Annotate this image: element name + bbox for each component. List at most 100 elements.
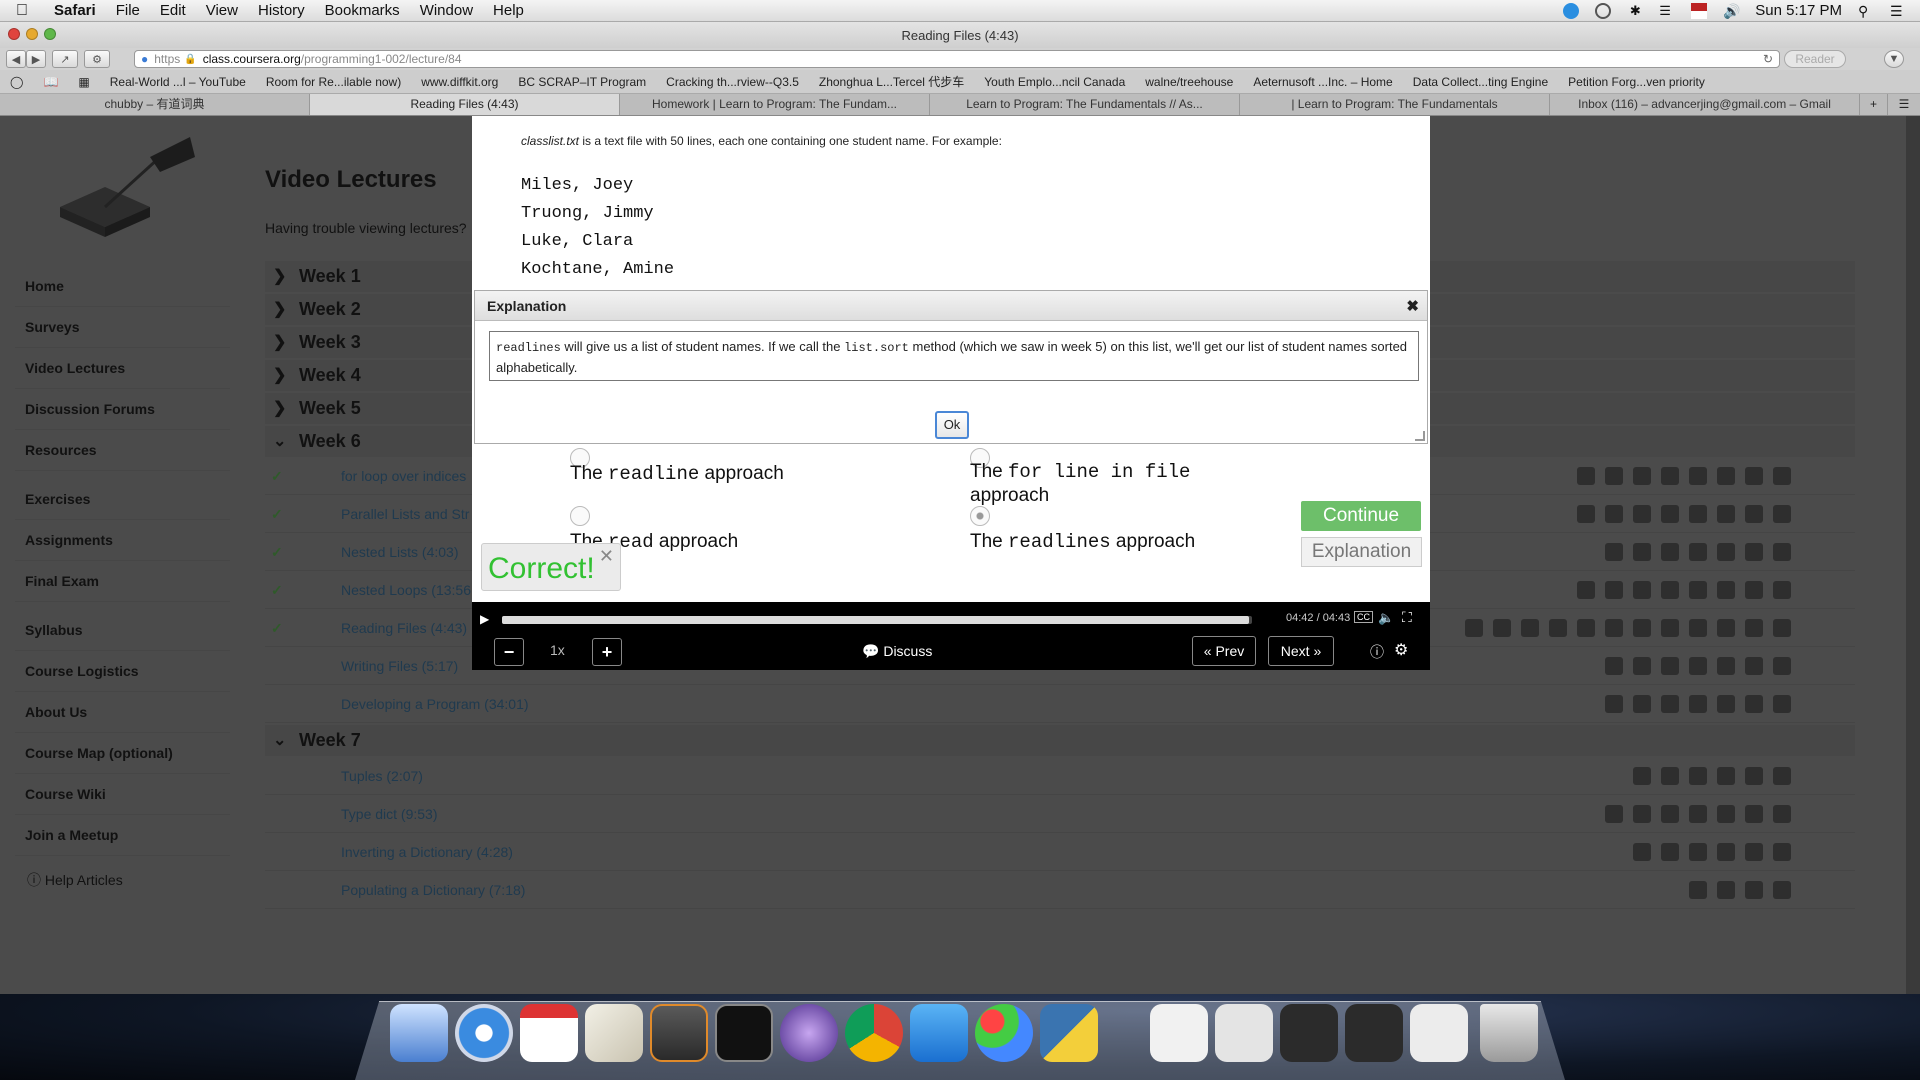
- download-icon[interactable]: [1773, 467, 1791, 485]
- list-icon[interactable]: [1717, 619, 1735, 637]
- marbles-game-icon[interactable]: [975, 1004, 1033, 1062]
- option-label-readline[interactable]: The readline approach: [570, 462, 784, 486]
- tab-reading-files[interactable]: Reading Files (4:43): [310, 94, 620, 115]
- forward-button[interactable]: ▶: [26, 50, 46, 68]
- extensions-button[interactable]: ⚙: [84, 50, 110, 68]
- discuss-icon[interactable]: [1633, 581, 1651, 599]
- info-icon[interactable]: [1577, 619, 1595, 637]
- option-label-readlines[interactable]: The readlines approach: [970, 530, 1195, 554]
- sidebar-item-video-lectures[interactable]: Video Lectures: [15, 348, 230, 389]
- discuss-icon[interactable]: [1633, 467, 1651, 485]
- sidebar-item-about-us[interactable]: About Us: [15, 692, 230, 733]
- lecture-link[interactable]: Parallel Lists and Str: [341, 495, 469, 533]
- download-icon[interactable]: [1773, 543, 1791, 561]
- list-icon[interactable]: [1493, 619, 1511, 637]
- wifi-icon[interactable]: ☰: [1659, 3, 1675, 19]
- close-window-button[interactable]: [8, 28, 20, 40]
- bookmark-item[interactable]: Aeternusoft ...Inc. – Home: [1243, 75, 1402, 89]
- discuss-link[interactable]: 💬 Discuss: [862, 643, 932, 660]
- sidebar-item-surveys[interactable]: Surveys: [15, 307, 230, 348]
- list-icon[interactable]: [1717, 695, 1735, 713]
- info-icon[interactable]: [1605, 619, 1623, 637]
- discuss-icon[interactable]: [1633, 505, 1651, 523]
- list-icon[interactable]: [1717, 467, 1735, 485]
- bluetooth-icon[interactable]: ✱: [1627, 3, 1643, 19]
- menubar-clock[interactable]: Sun 5:17 PM: [1755, 2, 1842, 19]
- minimize-window-button[interactable]: [26, 28, 38, 40]
- window-thumbnail-icon[interactable]: [1410, 1004, 1468, 1062]
- edit-icon[interactable]: [1689, 581, 1707, 599]
- list-icon[interactable]: [1745, 657, 1763, 675]
- option-radio-read[interactable]: [570, 506, 590, 526]
- discuss-icon[interactable]: [1633, 805, 1651, 823]
- download-icon[interactable]: [1773, 881, 1791, 899]
- bookmark-item[interactable]: Petition Forg...ven priority: [1558, 75, 1715, 89]
- lecture-link[interactable]: Nested Loops (13:56: [341, 571, 471, 609]
- menu-file[interactable]: File: [106, 2, 150, 19]
- info-icon[interactable]: [1605, 543, 1623, 561]
- info-icon[interactable]: [1549, 619, 1567, 637]
- list-icon[interactable]: [1745, 881, 1763, 899]
- eclipse-icon[interactable]: [780, 1004, 838, 1062]
- list-icon[interactable]: [1745, 767, 1763, 785]
- captions-icon[interactable]: CC: [1354, 611, 1373, 623]
- edit-icon[interactable]: [1689, 467, 1707, 485]
- list-icon[interactable]: [1717, 581, 1735, 599]
- list-icon[interactable]: [1745, 467, 1763, 485]
- bookmark-item[interactable]: www.diffkit.org: [411, 75, 508, 89]
- reload-icon[interactable]: ↻: [1763, 52, 1773, 66]
- info-icon[interactable]: [1605, 505, 1623, 523]
- list-icon[interactable]: [1717, 543, 1735, 561]
- sidebar-item-discussion-forums[interactable]: Discussion Forums: [15, 389, 230, 430]
- edit-icon[interactable]: [1661, 505, 1679, 523]
- calendar-icon[interactable]: [520, 1004, 578, 1062]
- close-icon[interactable]: ✕: [599, 546, 614, 567]
- lecture-link[interactable]: Reading Files (4:43): [341, 609, 467, 647]
- info-icon[interactable]: [1577, 505, 1595, 523]
- tab-assignments[interactable]: Learn to Program: The Fundamentals // As…: [930, 94, 1240, 115]
- edit-icon[interactable]: [1689, 843, 1707, 861]
- window-thumbnail-icon[interactable]: [1280, 1004, 1338, 1062]
- info-icon[interactable]: [1633, 695, 1651, 713]
- input-flag-icon[interactable]: [1691, 2, 1708, 19]
- info-icon[interactable]: [1633, 767, 1651, 785]
- download-icon[interactable]: [1773, 805, 1791, 823]
- bookmark-item[interactable]: walne/treehouse: [1135, 75, 1243, 89]
- info-icon[interactable]: [1577, 467, 1595, 485]
- menu-bookmarks[interactable]: Bookmarks: [315, 2, 410, 19]
- top-sites-icon[interactable]: ▦: [68, 75, 99, 89]
- address-bar[interactable]: ● https 🔒 class.coursera.org /programmin…: [134, 50, 1780, 68]
- lecture-link[interactable]: Type dict (9:53): [341, 795, 438, 833]
- help-articles-link[interactable]: ⓘ Help Articles: [15, 870, 230, 890]
- window-thumbnail-icon[interactable]: [1345, 1004, 1403, 1062]
- finder-icon[interactable]: [390, 1004, 448, 1062]
- week-7-header[interactable]: ⌄ Week 7: [265, 725, 1855, 756]
- bookmark-item[interactable]: Youth Emplo...ncil Canada: [974, 75, 1135, 89]
- sidebar-item-exercises[interactable]: Exercises: [15, 479, 230, 520]
- edit-icon[interactable]: [1689, 767, 1707, 785]
- textedit-icon[interactable]: [585, 1004, 643, 1062]
- tab-gmail[interactable]: Inbox (116) – advancerjing@gmail.com – G…: [1550, 94, 1860, 115]
- bookmark-item[interactable]: Room for Re...ilable now): [256, 75, 411, 89]
- sidebar-item-course-wiki[interactable]: Course Wiki: [15, 774, 230, 815]
- list-icon[interactable]: [1745, 505, 1763, 523]
- chrome-icon[interactable]: [845, 1004, 903, 1062]
- list-icon[interactable]: [1717, 881, 1735, 899]
- bookmarks-book-icon[interactable]: 📖: [33, 75, 68, 89]
- apple-menu-icon[interactable]: : [0, 2, 44, 20]
- info-icon[interactable]: [1605, 467, 1623, 485]
- python-launcher-icon[interactable]: [1040, 1004, 1098, 1062]
- sidebar-item-resources[interactable]: Resources: [15, 430, 230, 471]
- option-radio-readlines-selected[interactable]: [970, 506, 990, 526]
- info-icon[interactable]: [1633, 843, 1651, 861]
- download-icon[interactable]: [1773, 767, 1791, 785]
- reading-list-icon[interactable]: ◯: [0, 75, 33, 89]
- sidebar-item-course-logistics[interactable]: Course Logistics: [15, 651, 230, 692]
- list-icon[interactable]: [1745, 581, 1763, 599]
- menu-view[interactable]: View: [196, 2, 248, 19]
- edit-icon[interactable]: [1661, 657, 1679, 675]
- info-icon[interactable]: [1605, 657, 1623, 675]
- tab-overview-icon[interactable]: ☰: [1888, 94, 1920, 115]
- back-button[interactable]: ◀: [6, 50, 26, 68]
- menu-app-safari[interactable]: Safari: [44, 2, 106, 19]
